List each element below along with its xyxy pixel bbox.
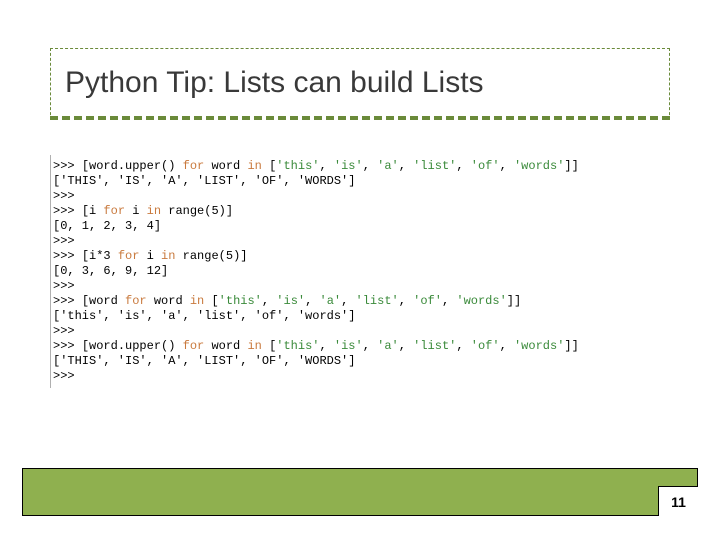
code-line: >>> [53, 234, 693, 249]
code-line: >>> [53, 369, 693, 384]
code-line: ['THIS', 'IS', 'A', 'LIST', 'OF', 'WORDS… [53, 174, 693, 189]
page-number-box: 11 [658, 486, 698, 516]
title-box: Python Tip: Lists can build Lists [50, 48, 670, 120]
code-line: >>> [i*3 for i in range(5)] [53, 249, 693, 264]
code-line: [0, 1, 2, 3, 4] [53, 219, 693, 234]
code-line: ['THIS', 'IS', 'A', 'LIST', 'OF', 'WORDS… [53, 354, 693, 369]
slide: Python Tip: Lists can build Lists >>> [w… [0, 0, 720, 540]
code-line: >>> [53, 324, 693, 339]
code-line: >>> [word.upper() for word in ['this', '… [53, 159, 693, 174]
footer-bar [22, 468, 698, 516]
code-line: >>> [word.upper() for word in ['this', '… [53, 339, 693, 354]
code-line: [0, 3, 6, 9, 12] [53, 264, 693, 279]
code-block: >>> [word.upper() for word in ['this', '… [50, 155, 693, 388]
code-line: ['this', 'is', 'a', 'list', 'of', 'words… [53, 309, 693, 324]
page-number: 11 [671, 494, 686, 510]
code-line: >>> [word for word in ['this', 'is', 'a'… [53, 294, 693, 309]
code-line: >>> [53, 279, 693, 294]
code-line: >>> [53, 189, 693, 204]
slide-title: Python Tip: Lists can build Lists [65, 66, 484, 100]
code-line: >>> [i for i in range(5)] [53, 204, 693, 219]
